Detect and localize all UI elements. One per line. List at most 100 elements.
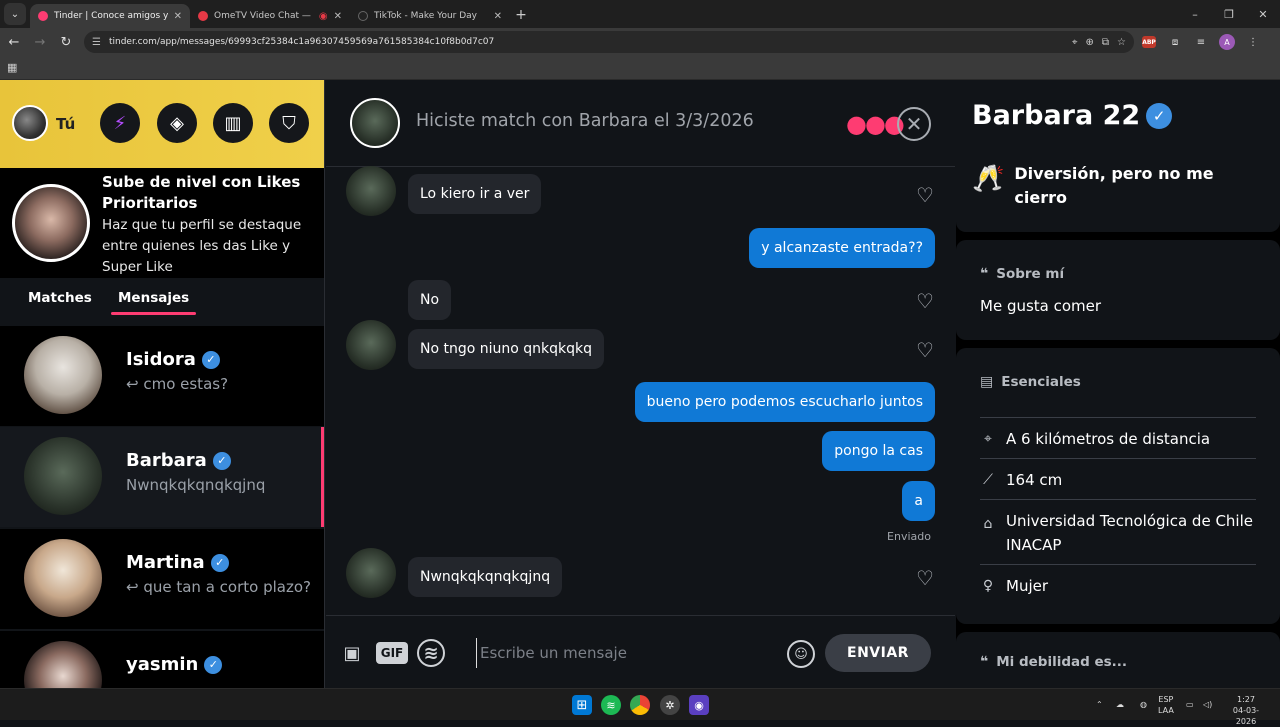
new-tab-button[interactable]: +	[510, 4, 532, 26]
conversation-last-message: Nwnqkqkqnqkqjnq	[126, 476, 266, 494]
location-icon[interactable]: ⌖	[1072, 37, 1078, 48]
chrome-app-icon[interactable]	[630, 695, 650, 715]
tray-cloud-icon[interactable]: ☁	[1116, 699, 1124, 710]
zoom-icon[interactable]: ⊕	[1086, 37, 1094, 48]
tab-messages[interactable]: Mensajes	[110, 290, 197, 315]
back-button[interactable]: ←	[2, 30, 26, 54]
restore-button[interactable]: ❐	[1212, 0, 1246, 28]
profile-panel: Barbara 22 ✓ 🥂 Diversión, pero no me cier…	[956, 80, 1280, 688]
essentials-card: ▤ Esenciales ⌖ A 6 kilómetros de distancia…	[956, 348, 1280, 624]
my-avatar[interactable]	[12, 105, 48, 141]
work-mode-button[interactable]: ▥	[213, 103, 253, 143]
graduation-cap-icon: ⌂	[983, 516, 993, 532]
briefcase-icon: ▥	[224, 112, 242, 134]
message-bubble-incoming: No tngo niuno qnkqkqkq	[408, 329, 605, 369]
my-profile-label[interactable]: Tú	[56, 115, 75, 133]
reload-icon: ↻	[60, 34, 72, 50]
language-indicator[interactable]: ESP LAA	[1158, 694, 1174, 716]
shield-icon: ⛉	[282, 112, 296, 134]
install-icon[interactable]: ⧉	[1102, 37, 1109, 48]
sender-avatar[interactable]	[346, 166, 396, 216]
verified-badge-icon: ✓	[201, 350, 220, 369]
url-text[interactable]: tinder.com/app/messages/69993cf25384c1a9…	[109, 37, 1064, 47]
tab-title: OmeTV Video Chat — Ome	[214, 11, 313, 21]
message-bubble-outgoing: pongo la cas	[822, 431, 935, 471]
boost-button[interactable]: ⚡	[100, 103, 140, 143]
sender-avatar[interactable]	[346, 548, 396, 598]
like-message-heart-icon[interactable]: ♡	[914, 567, 936, 589]
weakness-title-text: Mi debilidad es...	[996, 654, 1128, 670]
name-text: Barbara	[126, 450, 207, 471]
weakness-card: ❝ Mi debilidad es...	[956, 632, 1280, 688]
conversation-item[interactable]: yasmin ✓	[0, 631, 324, 688]
sender-avatar[interactable]	[346, 320, 396, 370]
conversation-name: Isidora ✓	[126, 349, 220, 370]
apps-grid-icon[interactable]: ▦	[7, 61, 17, 74]
conversation-avatar	[24, 539, 102, 617]
obs-app-icon[interactable]: ◉	[689, 695, 709, 715]
name-text: yasmin	[126, 654, 199, 675]
safety-button[interactable]: ⛉	[269, 103, 309, 143]
spotify-app-icon[interactable]: ≋	[601, 695, 621, 715]
tray-app-icon[interactable]: ◍	[1140, 699, 1147, 710]
network-icon[interactable]: ▭	[1186, 699, 1194, 710]
message-input[interactable]	[476, 638, 776, 668]
volume-icon[interactable]: ◁)	[1203, 699, 1212, 710]
tab-matches[interactable]: Matches	[28, 290, 92, 306]
browser-tab-ometv[interactable]: OmeTV Video Chat — Ome ◉ ✕	[190, 4, 350, 28]
window-close-button[interactable]: ✕	[1246, 0, 1280, 28]
forward-button[interactable]: →	[28, 30, 52, 54]
education-text: Universidad Tecnológica de Chile INACAP	[1006, 512, 1253, 554]
name-text: Isidora	[126, 349, 196, 370]
profile-button[interactable]: A	[1216, 31, 1238, 53]
explore-button[interactable]: ◈	[157, 103, 197, 143]
match-avatar[interactable]	[350, 98, 400, 148]
puzzle-icon: ⧈	[1171, 36, 1179, 48]
priority-likes-promo[interactable]: Sube de nivel con Likes Prioritarios Haz…	[0, 168, 324, 278]
conversation-item-selected[interactable]: Barbara ✓ Nwnqkqkqnqkqjnq	[0, 427, 324, 527]
extensions-button[interactable]: ⧈	[1164, 31, 1186, 53]
contact-card-icon[interactable]: ▣	[338, 640, 366, 666]
conversation-avatar	[24, 336, 102, 414]
emoji-smiley-icon[interactable]: ☺	[787, 640, 815, 668]
conversation-item[interactable]: Isidora ✓ ↩ cmo estas?	[0, 326, 324, 426]
address-bar[interactable]: ☰ tinder.com/app/messages/69993cf25384c1…	[84, 31, 1134, 53]
windows-start-icon[interactable]: ⊞	[572, 695, 592, 715]
minimize-button[interactable]: –	[1178, 0, 1212, 28]
bookmark-star-icon[interactable]: ☆	[1117, 37, 1126, 48]
message-bubble-outgoing: a	[902, 481, 935, 521]
conversation-item[interactable]: Martina ✓ ↩ que tan a corto plazo?	[0, 529, 324, 629]
browser-toolbar: ← → ↻ ☰ tinder.com/app/messages/69993cf2…	[0, 28, 1280, 56]
close-icon[interactable]: ✕	[334, 11, 342, 22]
about-card: ❝ Sobre mí Me gusta comer	[956, 240, 1280, 340]
close-icon[interactable]: ✕	[494, 11, 502, 22]
message-bubble-outgoing: bueno pero podemos escucharlo juntos	[634, 382, 935, 422]
site-info-icon[interactable]: ☰	[92, 37, 101, 48]
tray-chevron-icon[interactable]: ⌃	[1096, 699, 1103, 710]
close-icon[interactable]: ✕	[174, 11, 182, 22]
about-section-title: ❝ Sobre mí	[980, 266, 1064, 282]
windows-taskbar: ⊞ ≋ ✲ ◉ ⌃ ☁ ◍ ESP LAA ▭ ◁) 1:27 04-03-2026	[0, 688, 1280, 726]
like-message-heart-icon[interactable]: ♡	[914, 184, 936, 206]
send-button[interactable]: ENVIAR	[825, 634, 931, 672]
reload-button[interactable]: ↻	[54, 30, 78, 54]
app-icon[interactable]: ✲	[660, 695, 680, 715]
browser-tab-tinder[interactable]: Tinder | Conoce amigos y gente ✕	[30, 4, 190, 28]
adblock-extension[interactable]: ABP	[1138, 31, 1160, 53]
tab-search-button[interactable]: ⌄	[4, 3, 26, 25]
conversation-last-message: ↩ cmo estas?	[126, 375, 229, 393]
media-controls-button[interactable]: ≡	[1190, 31, 1212, 53]
browser-menu-button[interactable]: ⋮	[1242, 31, 1264, 53]
close-chat-button[interactable]: ✕	[897, 107, 931, 141]
gif-button[interactable]: GIF	[376, 642, 408, 664]
like-message-heart-icon[interactable]: ♡	[914, 339, 936, 361]
clock[interactable]: 1:27 04-03-2026	[1224, 694, 1268, 727]
like-message-heart-icon[interactable]: ♡	[914, 290, 936, 312]
distance-text: A 6 kilómetros de distancia	[1006, 430, 1211, 448]
browser-tab-tiktok[interactable]: TikTok - Make Your Day ✕	[350, 4, 510, 28]
message-bubble-incoming: Nwnqkqkqnqkqjnq	[408, 557, 563, 597]
height-text: 164 cm	[1006, 471, 1063, 489]
spotify-icon[interactable]: ≋	[417, 639, 445, 667]
browser-tab-bar: ⌄ Tinder | Conoce amigos y gente ✕ OmeTV…	[0, 0, 1280, 28]
more-options-icon[interactable]: ●●●	[846, 112, 905, 136]
